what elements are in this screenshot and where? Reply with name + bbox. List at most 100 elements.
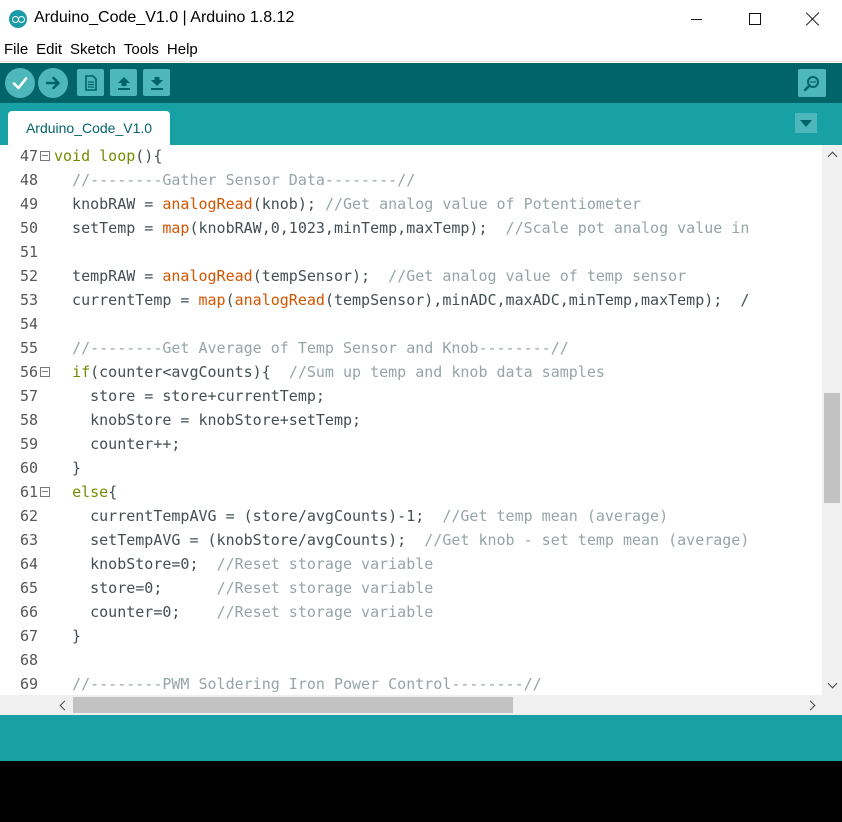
menu-edit[interactable]: Edit [36,38,66,61]
chevron-down-icon [800,119,812,127]
horizontal-scroll-thumb[interactable] [73,697,513,713]
code-line[interactable]: currentTemp = map(analogRead(tempSensor)… [54,288,749,312]
line-number: 63 [19,531,38,549]
code-comment: //Reset storage variable [216,579,434,597]
line-number: 48 [19,171,38,189]
serial-monitor-icon [803,76,819,92]
line-number: 50 [19,219,38,237]
code-line[interactable]: counter=0; //Reset storage variable [54,600,433,624]
code-text: setTemp = [54,219,163,237]
code-text: store = store+currentTemp; [54,387,325,405]
upload-button[interactable] [38,68,68,98]
code-text: } [54,459,82,477]
tab-bar: Arduino_Code_V1.0 [0,103,842,145]
code-text: tempRAW = [54,267,163,285]
code-line[interactable]: //--------Gather Sensor Data--------// [54,168,415,192]
scroll-down-button[interactable] [822,675,842,695]
chevron-up-icon [827,151,837,161]
fold-toggle-icon[interactable] [40,367,50,377]
code-line[interactable]: //--------Get Average of Temp Sensor and… [54,336,569,360]
code-line[interactable]: setTempAVG = (knobStore/avgCounts); //Ge… [54,528,749,552]
menu-sketch[interactable]: Sketch [70,38,120,61]
line-number: 53 [19,291,38,309]
code-line[interactable]: store = store+currentTemp; [54,384,325,408]
line-number: 52 [19,267,38,285]
open-button[interactable] [110,69,137,96]
code-line[interactable]: store=0; //Reset storage variable [54,576,433,600]
code-line[interactable]: tempRAW = analogRead(tempSensor); //Get … [54,264,686,288]
code-text: (){ [135,147,163,165]
code-text: counter=0; [54,603,217,621]
code-line[interactable]: knobStore=0; //Reset storage variable [54,552,433,576]
line-number: 51 [19,243,38,261]
chevron-left-icon [59,700,69,710]
serial-monitor-button[interactable] [798,69,826,97]
line-number: 66 [19,603,38,621]
fold-toggle-icon[interactable] [40,487,50,497]
chevron-right-icon [805,700,815,710]
code-line[interactable]: //--------PWM Soldering Iron Power Contr… [54,672,542,695]
save-button[interactable] [143,69,170,96]
line-number: 69 [19,675,38,693]
line-number: 57 [19,387,38,405]
code-text: (knobRAW,0,1023,minTemp,maxTemp); [189,219,506,237]
code-comment: //Get analog value of temp sensor [388,267,687,285]
code-comment: //Reset storage variable [216,555,434,573]
menu-file[interactable]: File [4,38,32,61]
code-line[interactable]: } [54,624,81,648]
code-editor[interactable]: 47 48 49 50 51 52 53 54 55 56 57 58 59 60 61 62 63 64 65 66… [0,145,822,695]
code-comment: //Get knob - set temp mean (average) [424,531,750,549]
code-text: setTempAVG = (knobStore/avgCounts); [54,531,425,549]
fold-toggle-icon[interactable] [40,151,50,161]
line-number: 65 [19,579,38,597]
line-number: 47 [19,147,38,165]
line-number-gutter: 47 48 49 50 51 52 53 54 55 56 57 58 59 60 61 62 63 64 65 66… [0,145,52,695]
close-icon [806,12,820,26]
code-line[interactable]: if(counter<avgCounts){ //Sum up temp and… [54,360,605,384]
menu-tools[interactable]: Tools [124,38,163,61]
chevron-down-icon [827,678,837,688]
verify-button[interactable] [5,68,35,98]
code-line[interactable]: void loop(){ [54,145,162,168]
scrollbar-corner [0,695,52,715]
menu-help[interactable]: Help [167,38,202,61]
maximize-icon [749,13,761,25]
line-number: 68 [19,651,38,669]
code-line[interactable]: knobRAW = analogRead(knob); //Get analog… [54,192,641,216]
minimize-icon [690,18,702,20]
arduino-logo-icon [9,10,27,28]
horizontal-scrollbar[interactable] [0,695,842,715]
scroll-left-button[interactable] [52,695,72,715]
scroll-up-button[interactable] [822,145,842,163]
code-line[interactable]: currentTempAVG = (store/avgCounts)-1; //… [54,504,668,528]
code-keyword: else [72,483,109,501]
vertical-scroll-thumb[interactable] [824,393,840,503]
code-line[interactable]: knobStore = knobStore+setTemp; [54,408,361,432]
scroll-right-button[interactable] [802,695,822,715]
line-number: 54 [19,315,38,333]
code-line[interactable]: else{ [54,480,117,504]
code-text: counter++; [54,435,181,453]
code-line[interactable]: counter++; [54,432,180,456]
tab-sketch[interactable]: Arduino_Code_V1.0 [8,111,170,145]
new-button[interactable] [77,69,104,96]
code-function: analogRead [162,267,253,285]
maximize-button[interactable] [726,0,784,38]
line-number: 62 [19,507,38,525]
tab-menu-button[interactable] [795,113,817,133]
window-title: Arduino_Code_V1.0 | Arduino 1.8.12 [34,9,295,26]
code-text: ( [225,291,235,309]
code-text: currentTemp = [54,291,199,309]
vertical-scrollbar[interactable] [822,145,842,695]
code-line[interactable]: setTemp = map(knobRAW,0,1023,minTemp,max… [54,216,749,240]
line-number: 58 [19,411,38,429]
close-button[interactable] [784,0,842,38]
line-number: 67 [19,627,38,645]
verify-icon [12,77,28,90]
code-line[interactable]: } [54,456,81,480]
minimize-button[interactable] [667,0,725,38]
code-text: knobRAW = [54,195,163,213]
